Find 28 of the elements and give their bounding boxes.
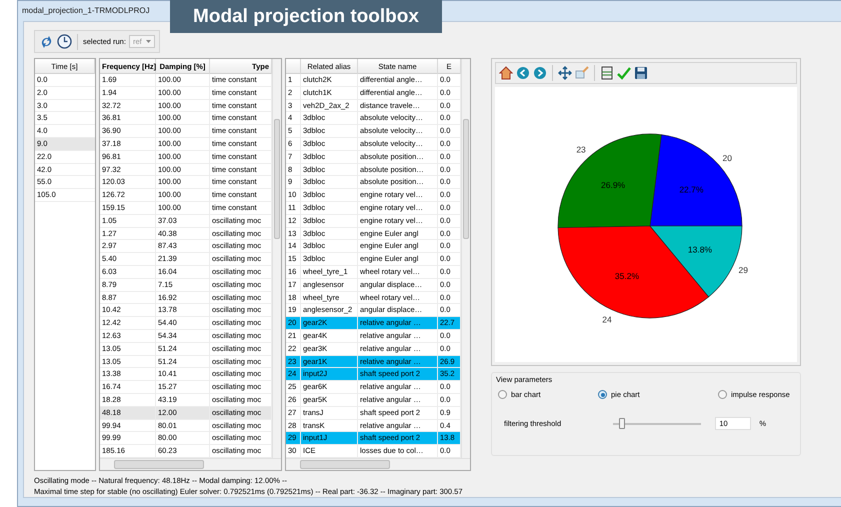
title-banner: Modal projection toolbox: [170, 0, 442, 33]
vertical-scrollbar[interactable]: [272, 59, 281, 458]
slice-label: 24: [602, 314, 612, 324]
slider-thumb[interactable]: [619, 418, 626, 429]
slice-label: 20: [722, 152, 732, 162]
caret-icon: [146, 40, 151, 43]
vertical-scrollbar[interactable]: [461, 59, 470, 458]
percent-label: 13.8%: [688, 244, 712, 254]
save-icon[interactable]: [634, 66, 648, 80]
forward-icon[interactable]: [533, 66, 547, 80]
home-icon[interactable]: [499, 66, 513, 80]
radio-button[interactable]: [718, 390, 727, 399]
horizontal-scrollbar[interactable]: [100, 458, 281, 470]
radio-button[interactable]: [498, 390, 507, 399]
move-icon[interactable]: [558, 66, 572, 80]
slice-label: 29: [738, 264, 748, 274]
back-icon[interactable]: [516, 66, 530, 80]
check-icon[interactable]: [617, 66, 631, 80]
window-title: modal_projection_1-TRMODLPROJ: [21, 5, 150, 17]
slice-label: 23: [576, 144, 586, 154]
percent-label: 35.2%: [614, 270, 640, 281]
slider[interactable]: [613, 418, 702, 429]
radio-button[interactable]: [598, 390, 607, 399]
refresh-icon[interactable]: [39, 34, 54, 48]
clock-icon[interactable]: [57, 34, 72, 49]
percent-label: 22.7%: [679, 184, 704, 194]
horizontal-scrollbar[interactable]: [286, 458, 470, 470]
percent-label: 26.9%: [601, 179, 626, 190]
